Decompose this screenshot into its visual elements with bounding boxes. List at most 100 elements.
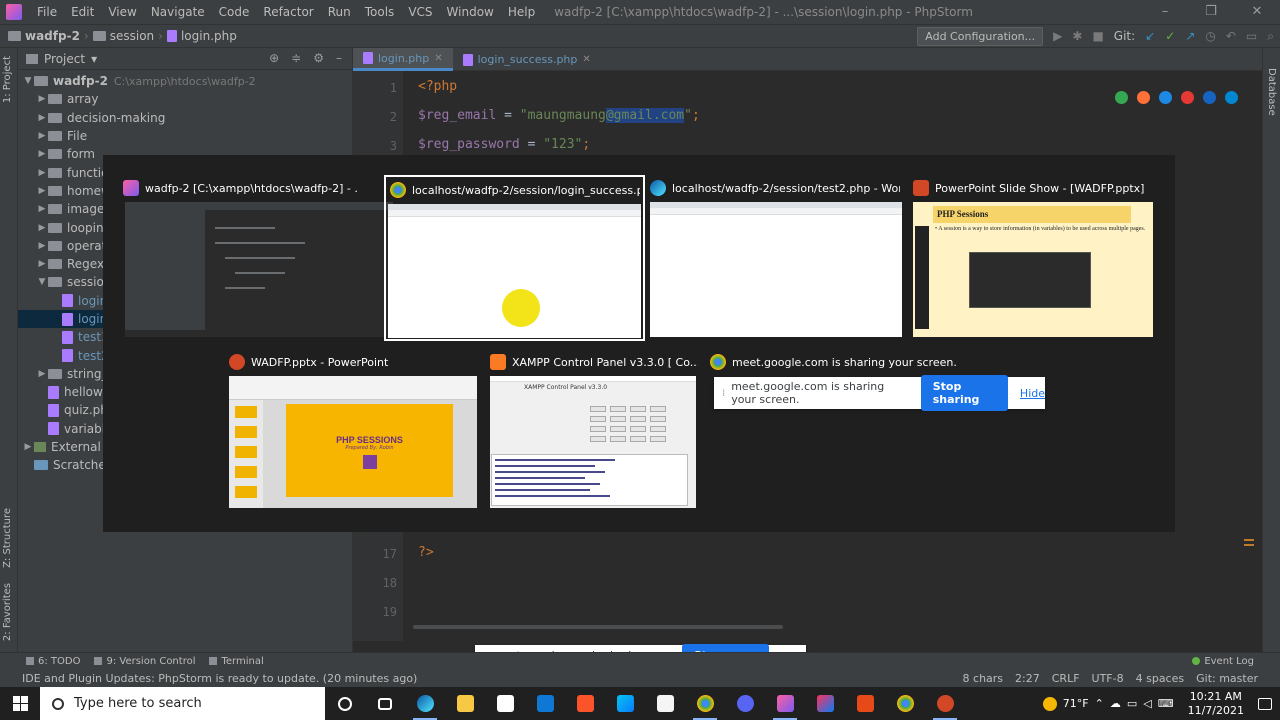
collapsed-arrow-icon[interactable]: ▶ bbox=[36, 186, 48, 196]
gear-icon[interactable]: ⚙ bbox=[313, 51, 324, 65]
taskbar-phpstorm[interactable] bbox=[765, 687, 805, 720]
taskbar-brave[interactable] bbox=[565, 687, 605, 720]
database-tool-tab[interactable]: Database bbox=[1266, 68, 1277, 116]
taskbar-edge[interactable] bbox=[405, 687, 445, 720]
switcher-window-phpstorm[interactable]: wadfp-2 [C:\xampp\htdocs\wadfp-2] - ...\… bbox=[123, 177, 393, 342]
taskbar-search[interactable]: Type here to search bbox=[40, 687, 325, 720]
taskbar-office[interactable] bbox=[845, 687, 885, 720]
taskbar-mail[interactable] bbox=[525, 687, 565, 720]
dropdown-icon[interactable]: ▾ bbox=[91, 52, 97, 66]
structure-tool-tab[interactable]: Z: Structure bbox=[2, 508, 13, 568]
clock[interactable]: 10:21 AM 11/7/2021 bbox=[1188, 690, 1244, 718]
safari-icon[interactable] bbox=[1159, 91, 1172, 104]
network-icon[interactable]: ▭ bbox=[1127, 697, 1137, 710]
weather-icon[interactable] bbox=[1042, 696, 1057, 711]
taskbar-store[interactable] bbox=[485, 687, 525, 720]
switcher-window-meet-sharing[interactable]: meet.google.com is sharing your screen. … bbox=[710, 351, 1050, 421]
tree-root[interactable]: ▼ wadfp-2 C:\xampp\htdocs\wadfp-2 bbox=[18, 72, 352, 90]
switcher-window-ppt-slideshow[interactable]: PowerPoint Slide Show - [WADFP.pptx] PHP… bbox=[913, 177, 1158, 342]
collapsed-arrow-icon[interactable]: ▶ bbox=[36, 168, 48, 178]
collapsed-arrow-icon[interactable]: ▶ bbox=[36, 204, 48, 214]
close-icon[interactable]: ✕ bbox=[1234, 0, 1280, 24]
status-message[interactable]: IDE and Plugin Updates: PhpStorm is read… bbox=[22, 672, 417, 685]
menu-help[interactable]: Help bbox=[501, 5, 542, 19]
taskbar-discord[interactable] bbox=[725, 687, 765, 720]
menu-vcs[interactable]: VCS bbox=[401, 5, 439, 19]
switcher-window-edge-test2[interactable]: localhost/wadfp-2/session/test2.php - Wo… bbox=[650, 177, 905, 342]
breadcrumb-session[interactable]: session bbox=[89, 29, 158, 43]
expanded-arrow-icon[interactable]: ▼ bbox=[22, 76, 34, 86]
version-control-tool-button[interactable]: 9: Version Control bbox=[94, 656, 195, 667]
menu-view[interactable]: View bbox=[101, 5, 143, 19]
minimize-icon[interactable]: – bbox=[1142, 0, 1188, 24]
code-line[interactable]: ?> bbox=[418, 545, 434, 560]
file-encoding[interactable]: UTF-8 bbox=[1092, 672, 1124, 685]
stop-icon[interactable]: ■ bbox=[1092, 29, 1103, 43]
project-panel-title[interactable]: Project bbox=[44, 52, 85, 66]
language-icon[interactable]: ⌨ bbox=[1158, 697, 1174, 710]
event-log-button[interactable]: Event Log bbox=[1192, 656, 1254, 667]
run-icon[interactable]: ▶ bbox=[1053, 29, 1062, 43]
menu-file[interactable]: File bbox=[30, 5, 64, 19]
menu-run[interactable]: Run bbox=[321, 5, 358, 19]
chevron-up-icon[interactable]: ⌃ bbox=[1095, 697, 1104, 710]
cortana-button[interactable] bbox=[325, 687, 365, 720]
hide-link[interactable]: Hide bbox=[1020, 387, 1045, 400]
menu-tools[interactable]: Tools bbox=[358, 5, 402, 19]
git-branch[interactable]: Git: master bbox=[1196, 672, 1258, 685]
caret-position[interactable]: 2:27 bbox=[1015, 672, 1040, 685]
project-tool-tab[interactable]: 1: Project bbox=[2, 56, 13, 103]
history-icon[interactable]: ◷ bbox=[1205, 29, 1215, 43]
cloud-icon[interactable]: ☁ bbox=[1110, 697, 1121, 710]
tab-login-success-php[interactable]: login_success.php ✕ bbox=[453, 48, 601, 71]
menu-code[interactable]: Code bbox=[212, 5, 257, 19]
firefox-icon[interactable] bbox=[1137, 91, 1150, 104]
taskbar-file-explorer[interactable] bbox=[445, 687, 485, 720]
collapsed-arrow-icon[interactable]: ▶ bbox=[36, 94, 48, 104]
collapsed-arrow-icon[interactable]: ▶ bbox=[36, 149, 48, 159]
taskbar-notepad[interactable] bbox=[645, 687, 685, 720]
git-update-icon[interactable]: ↙ bbox=[1145, 29, 1155, 43]
switcher-window-powerpoint[interactable]: WADFP.pptx - PowerPoint PHP SESSIONS Pre… bbox=[229, 351, 479, 511]
taskbar-chrome-profile[interactable] bbox=[885, 687, 925, 720]
tab-login-php[interactable]: login.php ✕ bbox=[353, 48, 453, 71]
search-everywhere-icon[interactable]: ⌕ bbox=[1267, 29, 1274, 44]
breadcrumb-file[interactable]: login.php bbox=[163, 29, 241, 43]
weather-temp[interactable]: 71°F bbox=[1063, 697, 1089, 710]
menu-refactor[interactable]: Refactor bbox=[256, 5, 320, 19]
close-tab-icon[interactable]: ✕ bbox=[434, 53, 442, 64]
git-commit-icon[interactable]: ✓ bbox=[1165, 29, 1175, 43]
code-line[interactable]: $reg_password = "123"; bbox=[418, 137, 590, 152]
breadcrumb-project[interactable]: wadfp-2 bbox=[4, 29, 84, 43]
collapsed-arrow-icon[interactable]: ▶ bbox=[36, 259, 48, 269]
debug-icon[interactable]: ✱ bbox=[1072, 29, 1082, 43]
maximize-icon[interactable]: ❐ bbox=[1188, 0, 1234, 24]
expanded-arrow-icon[interactable]: ▼ bbox=[36, 277, 48, 287]
code-line[interactable]: <?php bbox=[418, 79, 457, 94]
terminal-tool-button[interactable]: Terminal bbox=[209, 656, 264, 667]
collapsed-arrow-icon[interactable]: ▶ bbox=[36, 369, 48, 379]
notification-icon[interactable] bbox=[1258, 697, 1272, 710]
task-view-button[interactable] bbox=[365, 687, 405, 720]
todo-tool-button[interactable]: 6: TODO bbox=[26, 656, 80, 667]
collapse-icon[interactable]: ≑ bbox=[291, 51, 301, 65]
menu-navigate[interactable]: Navigate bbox=[144, 5, 212, 19]
volume-icon[interactable]: ◁ bbox=[1143, 697, 1151, 710]
tree-item[interactable]: ▶ array bbox=[18, 90, 352, 108]
collapsed-arrow-icon[interactable]: ▶ bbox=[36, 113, 48, 123]
menu-window[interactable]: Window bbox=[440, 5, 501, 19]
layout-icon[interactable]: ▭ bbox=[1246, 29, 1257, 43]
git-push-icon[interactable]: ↗ bbox=[1185, 29, 1195, 43]
start-button[interactable] bbox=[0, 687, 40, 720]
code-line[interactable]: $reg_email = "maungmaung@gmail.com"; bbox=[418, 108, 700, 123]
horizontal-scrollbar[interactable] bbox=[413, 625, 783, 629]
collapsed-arrow-icon[interactable]: ▶ bbox=[36, 241, 48, 251]
locate-icon[interactable]: ⊕ bbox=[269, 51, 279, 65]
taskbar-intellij[interactable] bbox=[805, 687, 845, 720]
collapsed-arrow-icon[interactable]: ▶ bbox=[36, 131, 48, 141]
tree-item[interactable]: ▶ decision-making bbox=[18, 109, 352, 127]
stop-sharing-button[interactable]: Stop sharing bbox=[920, 375, 1008, 411]
edge-icon[interactable] bbox=[1225, 91, 1238, 104]
chrome-icon[interactable] bbox=[1115, 91, 1128, 104]
menu-edit[interactable]: Edit bbox=[64, 5, 101, 19]
